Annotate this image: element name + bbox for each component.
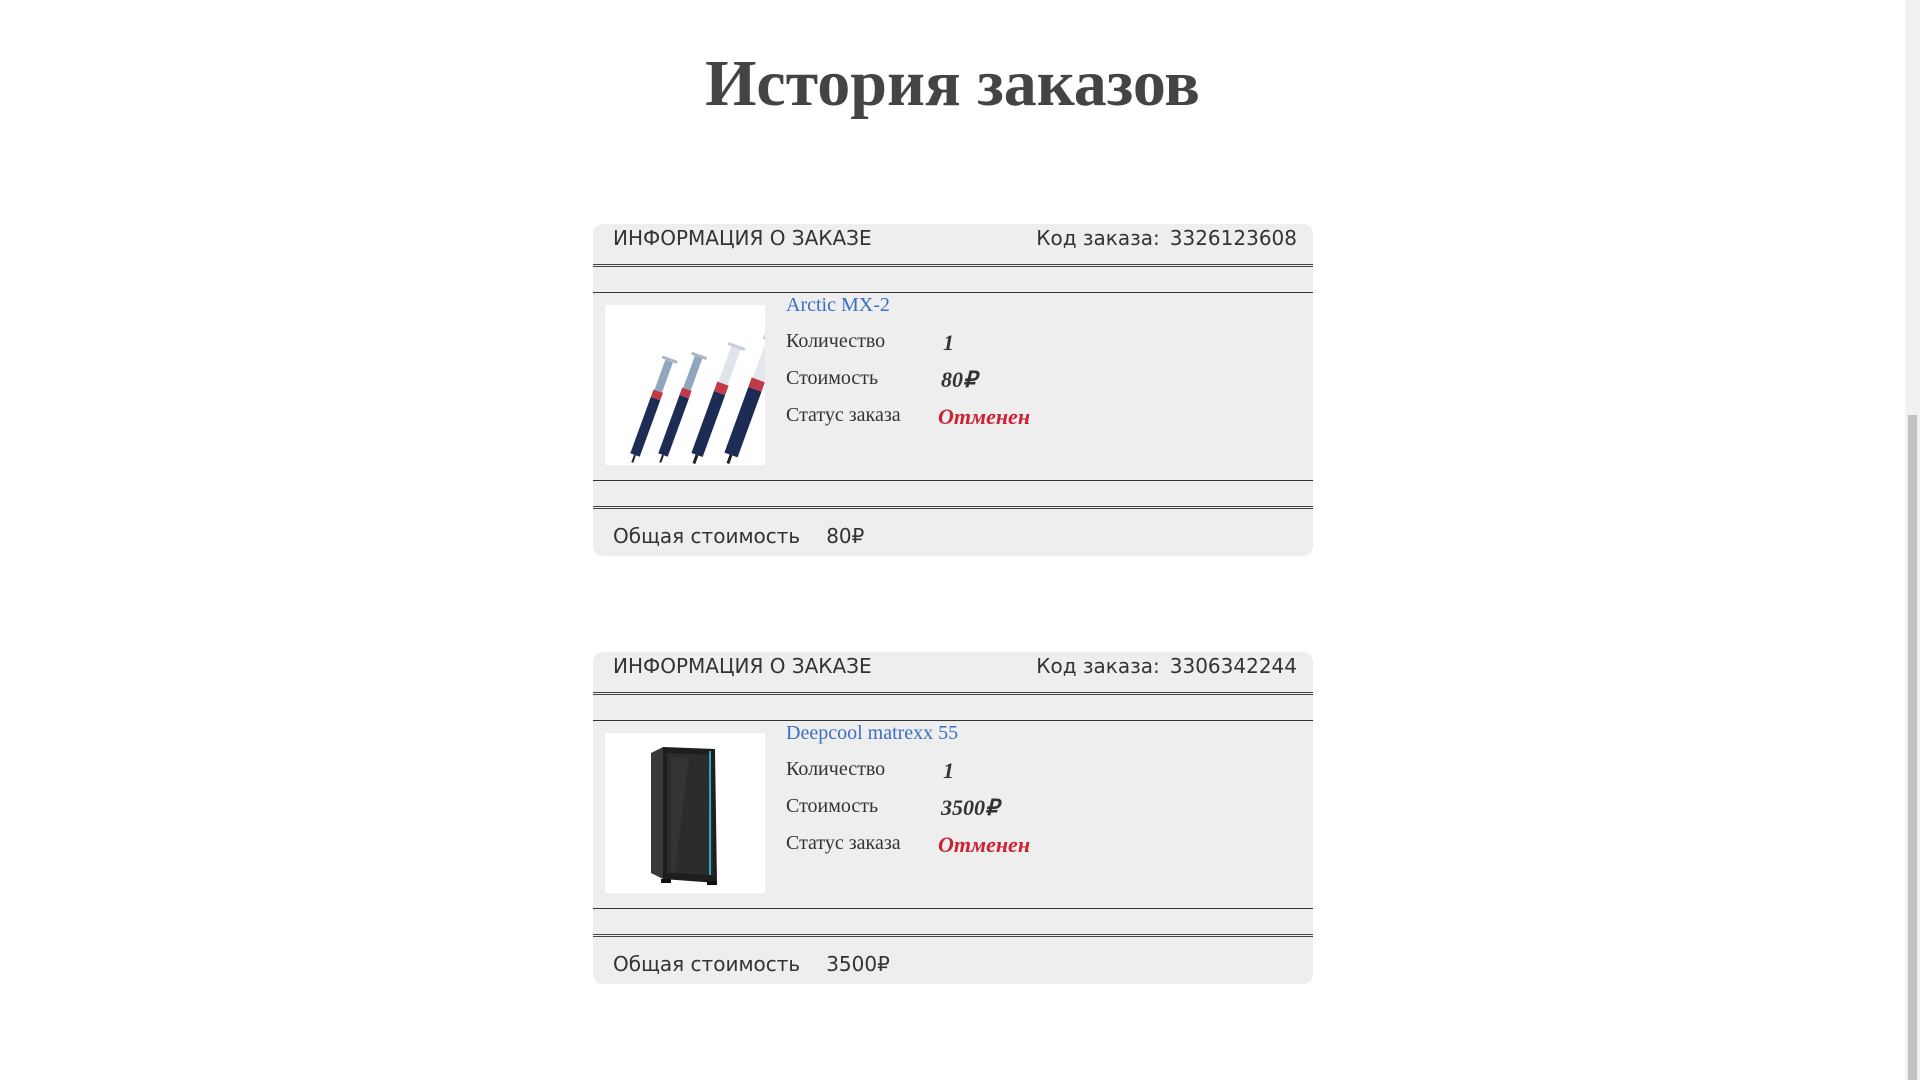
order-info-heading: ИНФОРМАЦИЯ О ЗАКАЗЕ (613, 226, 872, 250)
vertical-scrollbar[interactable] (1905, 0, 1920, 1080)
scrollbar-thumb[interactable] (1908, 415, 1917, 1080)
order-total: Общая стоимость 3500₽ (613, 952, 890, 976)
page-title: История заказов (705, 47, 1200, 120)
quantity-label: Количество (786, 758, 886, 780)
status-label: Статус заказа (786, 832, 901, 854)
divider (593, 292, 1313, 293)
total-label: Общая стоимость (613, 952, 801, 976)
quantity-row: Количество 1 (786, 758, 954, 783)
divider (593, 908, 1313, 909)
order-code-value: 3326123608 (1169, 226, 1297, 250)
divider (593, 480, 1313, 481)
cost-row: Стоимость 80₽ (786, 367, 977, 392)
quantity-row: Количество 1 (786, 330, 954, 355)
status-row: Статус заказа Отменен (786, 832, 1030, 857)
divider (593, 692, 1313, 695)
total-value: 80₽ (826, 524, 865, 548)
quantity-value: 1 (943, 758, 954, 783)
order-info-heading: ИНФОРМАЦИЯ О ЗАКАЗЕ (613, 654, 872, 678)
order-header: ИНФОРМАЦИЯ О ЗАКАЗЕ Код заказа: 330634224… (593, 652, 1313, 694)
thermal-paste-syringes-image[interactable] (605, 305, 783, 465)
divider (593, 506, 1313, 509)
status-value: Отменен (938, 832, 1031, 857)
order-card: ИНФОРМАЦИЯ О ЗАКАЗЕ Код заказа: 332612360… (593, 224, 1313, 556)
cost-value: 80₽ (941, 367, 977, 392)
total-value: 3500₽ (826, 952, 890, 976)
order-header: ИНФОРМАЦИЯ О ЗАКАЗЕ Код заказа: 332612360… (593, 224, 1313, 266)
order-card: ИНФОРМАЦИЯ О ЗАКАЗЕ Код заказа: 330634224… (593, 652, 1313, 984)
pc-case-image[interactable] (605, 733, 765, 893)
quantity-value: 1 (943, 330, 954, 355)
order-code-value: 3306342244 (1169, 654, 1297, 678)
order-code: Код заказа: 3306342244 (1036, 654, 1297, 678)
cost-row: Стоимость 3500₽ (786, 795, 999, 820)
order-code: Код заказа: 3326123608 (1036, 226, 1297, 250)
cost-label: Стоимость (786, 795, 879, 817)
order-total: Общая стоимость 80₽ (613, 524, 864, 548)
divider (593, 264, 1313, 267)
product-link[interactable]: Arctic MX-2 (786, 294, 890, 317)
divider (593, 720, 1313, 721)
status-row: Статус заказа Отменен (786, 404, 1030, 429)
divider (593, 934, 1313, 937)
cost-value: 3500₽ (941, 795, 999, 820)
total-label: Общая стоимость (613, 524, 801, 548)
order-code-label: Код заказа: (1036, 654, 1160, 678)
order-code-label: Код заказа: (1036, 226, 1160, 250)
cost-label: Стоимость (786, 367, 879, 389)
status-label: Статус заказа (786, 404, 901, 426)
quantity-label: Количество (786, 330, 886, 352)
product-link[interactable]: Deepcool matrexx 55 (786, 722, 958, 745)
status-value: Отменен (938, 404, 1031, 429)
